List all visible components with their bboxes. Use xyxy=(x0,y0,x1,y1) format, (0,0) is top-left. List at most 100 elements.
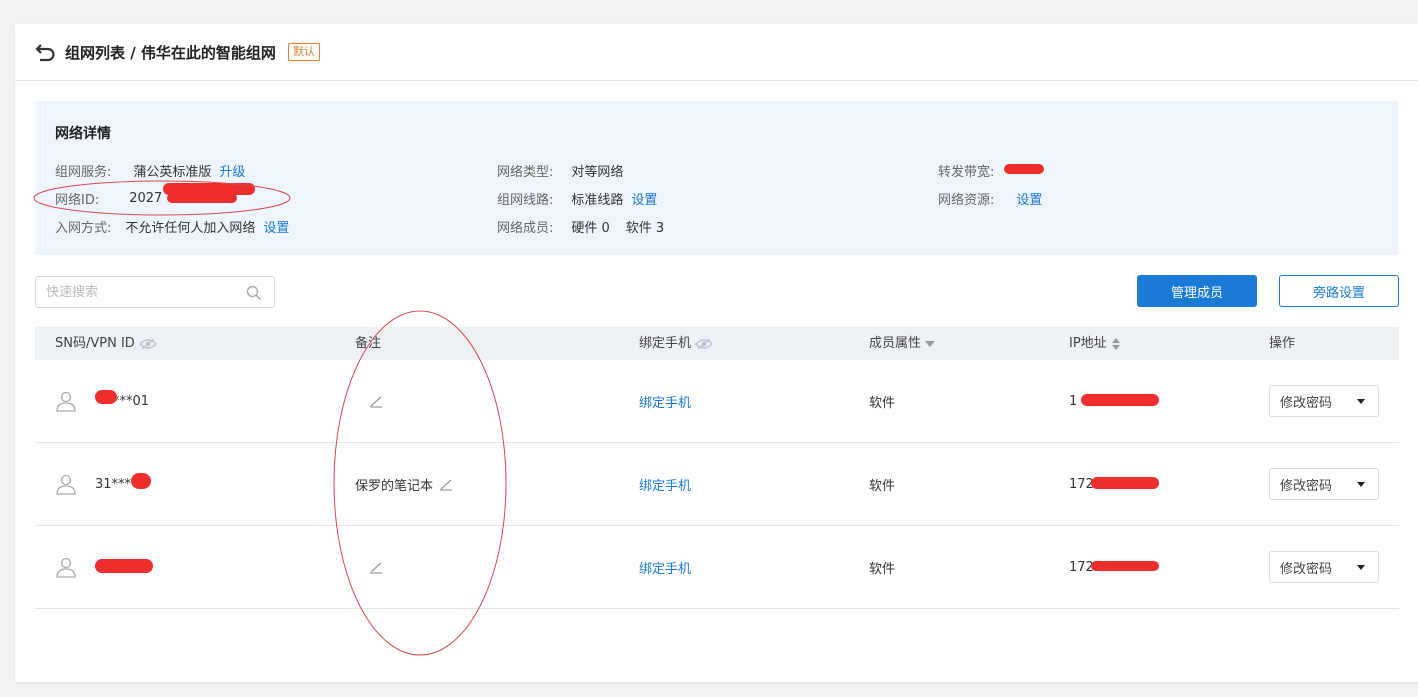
bandwidth-row: 转发带宽: xyxy=(938,161,1138,180)
sn-cell xyxy=(55,526,155,608)
column-phone-label: 绑定手机 xyxy=(639,336,692,351)
type-value: 对等网络 xyxy=(571,165,624,180)
column-attr-label: 成员属性 xyxy=(869,336,922,351)
back-icon[interactable] xyxy=(35,41,57,63)
line-value: 标准线路 xyxy=(571,193,624,208)
bind-phone-link[interactable]: 绑定手机 xyxy=(639,526,691,608)
caret-down-icon[interactable] xyxy=(925,340,936,347)
ip-value: 172 xyxy=(1069,559,1094,575)
members-hardware: 硬件 0 xyxy=(571,221,610,236)
sn-value-wrap xyxy=(95,559,155,575)
sort-icon[interactable] xyxy=(1111,337,1121,351)
caret-down-icon[interactable] xyxy=(1357,565,1365,570)
modify-password-select[interactable]: 修改密码 xyxy=(1269,551,1379,583)
table-row: ***01 绑定手机 软件 1 修改密码 xyxy=(35,360,1399,443)
service-row: 组网服务: 蒲公英标准版 升级 xyxy=(55,161,245,180)
upgrade-link[interactable]: 升级 xyxy=(219,161,245,180)
member-attr: 软件 xyxy=(869,478,896,494)
eye-hidden-icon[interactable] xyxy=(695,338,713,350)
join-row: 入网方式: 不允许任何人加入网络 设置 xyxy=(55,217,289,236)
column-attr[interactable]: 成员属性 xyxy=(869,327,936,360)
sn-value-wrap: 31**** xyxy=(95,472,151,492)
type-row: 网络类型: 对等网络 xyxy=(497,161,623,180)
resource-row: 网络资源: 设置 xyxy=(938,189,1042,208)
sn-cell: ***01 xyxy=(55,360,149,442)
manage-members-button[interactable]: 管理成员 xyxy=(1137,275,1257,307)
members-software: 软件 3 xyxy=(625,221,665,236)
redaction-mark xyxy=(167,193,237,203)
column-ip[interactable]: IP地址 xyxy=(1069,327,1121,360)
service-value: 蒲公英标准版 xyxy=(133,165,212,180)
line-label: 组网线路: xyxy=(497,193,554,208)
column-remark: 备注 xyxy=(355,336,382,351)
table-row: 31**** 保罗的笔记本 绑定手机 软件 172 修改密码 xyxy=(35,443,1399,526)
search-input[interactable] xyxy=(36,277,236,307)
join-value: 不允许任何人加入网络 xyxy=(125,221,256,236)
page-header: 组网列表 / 伟华在此的智能组网 默认 xyxy=(15,24,1418,81)
resource-setting-link[interactable]: 设置 xyxy=(1016,189,1042,208)
redaction-mark xyxy=(1081,394,1159,406)
join-label: 入网方式: xyxy=(55,221,112,236)
bind-phone-link[interactable]: 绑定手机 xyxy=(639,443,691,525)
default-tag: 默认 xyxy=(287,43,320,61)
ip-cell: 1 xyxy=(1069,360,1159,442)
select-value: 修改密码 xyxy=(1280,478,1333,494)
service-label: 组网服务: xyxy=(55,165,112,180)
user-icon xyxy=(56,391,76,412)
type-label: 网络类型: xyxy=(497,165,554,180)
caret-down-icon[interactable] xyxy=(1357,482,1365,487)
network-id-row: 网络ID: 2027 xyxy=(55,183,355,208)
network-card: 组网列表 / 伟华在此的智能组网 默认 网络详情 组网服务: 蒲公英标准版 升级… xyxy=(15,24,1418,682)
edit-icon[interactable] xyxy=(439,477,453,491)
sn-value: ***01 xyxy=(113,393,150,409)
redaction-mark xyxy=(1091,561,1159,571)
join-setting-link[interactable]: 设置 xyxy=(263,217,289,236)
search-icon[interactable] xyxy=(246,285,262,301)
remark-cell xyxy=(363,526,383,608)
members-row: 网络成员: 硬件 0 软件 3 xyxy=(497,217,664,236)
line-row: 组网线路: 标准线路 设置 xyxy=(497,189,657,208)
redaction-mark xyxy=(1091,477,1159,489)
details-title: 网络详情 xyxy=(55,126,111,142)
bind-phone-link[interactable]: 绑定手机 xyxy=(639,360,691,442)
column-sn: SN码/VPN ID xyxy=(55,327,157,360)
select-value: 修改密码 xyxy=(1280,561,1333,577)
edit-icon[interactable] xyxy=(369,560,383,574)
redaction-mark xyxy=(95,559,153,573)
ip-cell: 172 xyxy=(1069,526,1159,608)
network-details-panel: 网络详情 组网服务: 蒲公英标准版 升级 网络ID: 2027 入网方式: 不允… xyxy=(35,101,1398,255)
redaction-mark xyxy=(131,472,151,489)
line-setting-link[interactable]: 设置 xyxy=(631,189,657,208)
redaction-mark xyxy=(95,389,117,404)
bandwidth-label: 转发带宽: xyxy=(938,165,995,180)
column-sn-label: SN码/VPN ID xyxy=(55,336,135,351)
search-box[interactable] xyxy=(35,276,275,308)
remark-cell xyxy=(363,360,383,442)
page-title: 组网列表 / 伟华在此的智能组网 xyxy=(65,43,276,62)
table-header: SN码/VPN ID 备注 绑定手机 成员属性 IP地址 操作 xyxy=(35,327,1399,360)
column-ip-label: IP地址 xyxy=(1069,336,1107,351)
sn-cell: 31**** xyxy=(55,443,151,525)
column-ops: 操作 xyxy=(1269,336,1296,351)
members-label: 网络成员: xyxy=(497,221,554,236)
remark-value: 保罗的笔记本 xyxy=(355,478,434,494)
modify-password-select[interactable]: 修改密码 xyxy=(1269,385,1379,417)
user-icon xyxy=(56,474,76,495)
redaction-mark xyxy=(1004,164,1044,174)
eye-hidden-icon[interactable] xyxy=(138,338,157,350)
table-row: 绑定手机 软件 172 修改密码 xyxy=(35,526,1399,609)
remark-cell: 保罗的笔记本 xyxy=(355,443,453,525)
member-attr: 软件 xyxy=(869,561,896,577)
bypass-settings-button[interactable]: 旁路设置 xyxy=(1279,275,1399,307)
select-value: 修改密码 xyxy=(1280,395,1333,411)
caret-down-icon[interactable] xyxy=(1357,399,1365,404)
network-id-value: 2027 xyxy=(129,191,163,206)
resource-label: 网络资源: xyxy=(938,193,995,208)
modify-password-select[interactable]: 修改密码 xyxy=(1269,468,1379,500)
sn-value-wrap: ***01 xyxy=(95,389,150,409)
member-attr: 软件 xyxy=(869,395,896,411)
user-icon xyxy=(56,557,76,578)
ip-cell: 172 xyxy=(1069,443,1159,525)
edit-icon[interactable] xyxy=(369,394,383,408)
column-phone: 绑定手机 xyxy=(639,327,713,360)
